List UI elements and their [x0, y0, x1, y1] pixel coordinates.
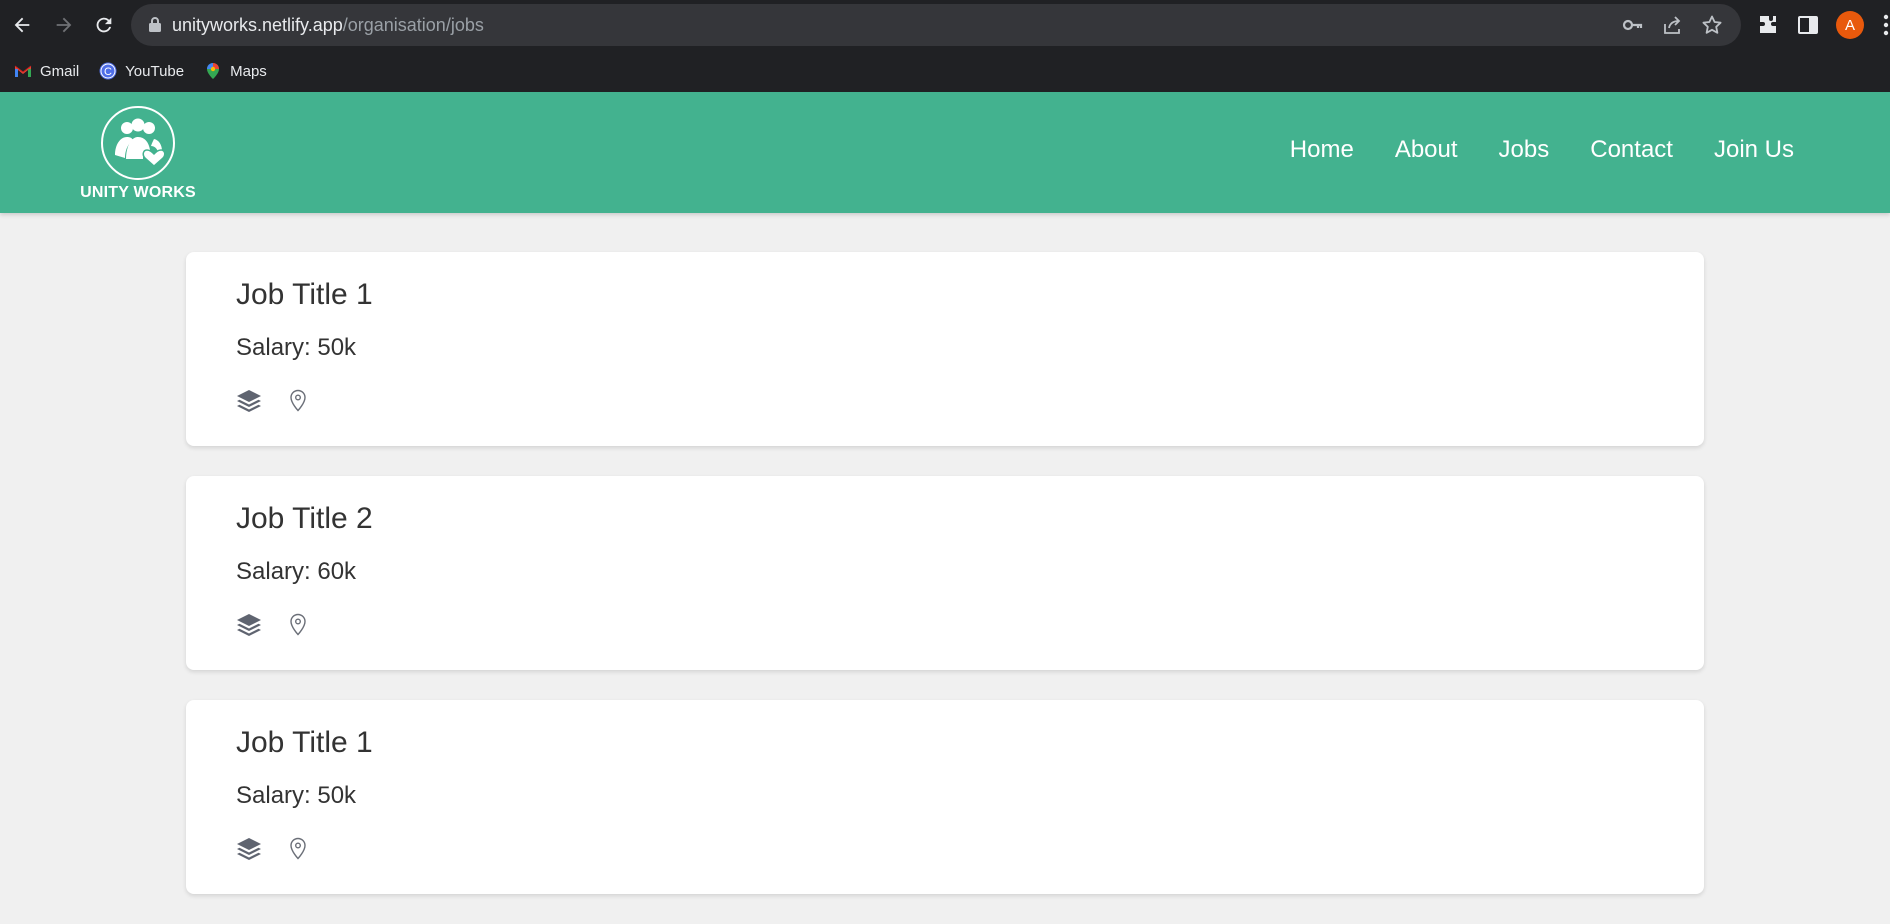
job-salary: Salary: 50k: [236, 334, 357, 361]
bookmark-maps[interactable]: Maps: [204, 62, 267, 80]
job-card[interactable]: Job Title 1 Salary: 50k: [186, 252, 1704, 446]
job-title: Job Title 1: [236, 278, 373, 311]
arrow-right-icon: [56, 17, 72, 33]
community-heart-icon: [115, 118, 166, 168]
site-logo[interactable]: UNITY WORKS: [78, 106, 198, 202]
address-bar[interactable]: unityworks.netlify.app/organisation/jobs: [131, 4, 1741, 46]
url-text: unityworks.netlify.app/organisation/jobs: [172, 15, 484, 35]
location-pin-icon: [288, 613, 308, 642]
youtube-icon: C: [99, 62, 117, 80]
job-salary: Salary: 50k: [236, 782, 357, 809]
bookmark-label: Gmail: [40, 62, 80, 80]
brand-name: UNITY WORKS: [80, 184, 196, 201]
nav-home[interactable]: Home: [1290, 136, 1354, 164]
side-panel-icon[interactable]: [1796, 13, 1820, 37]
key-icon[interactable]: [1621, 14, 1643, 36]
job-card[interactable]: Job Title 2 Salary: 60k: [186, 476, 1704, 670]
reload-button[interactable]: [92, 13, 116, 37]
job-salary: Salary: 60k: [236, 558, 357, 585]
more-menu-icon[interactable]: [1882, 12, 1890, 38]
browser-chrome: unityworks.netlify.app/organisation/jobs…: [0, 0, 1890, 92]
forward-button[interactable]: [52, 13, 76, 37]
reload-icon: [96, 17, 112, 33]
logo-circle: [101, 106, 175, 180]
location-pin-icon: [288, 837, 308, 866]
layers-icon: [236, 612, 262, 643]
job-title: Job Title 1: [236, 726, 373, 759]
bookmark-youtube[interactable]: C YouTube: [99, 62, 184, 80]
location-pin-icon: [288, 389, 308, 418]
layers-icon: [236, 836, 262, 867]
job-card[interactable]: Job Title 1 Salary: 50k: [186, 700, 1704, 894]
back-button[interactable]: [10, 13, 34, 37]
nav-about[interactable]: About: [1395, 136, 1458, 164]
job-title: Job Title 2: [236, 502, 373, 535]
svg-text:C: C: [104, 66, 112, 78]
bookmarks-bar: Gmail C YouTube Maps: [0, 50, 1890, 92]
url-path: /organisation/jobs: [342, 15, 484, 35]
maps-icon: [207, 63, 220, 79]
nav-jobs[interactable]: Jobs: [1499, 136, 1550, 164]
profile-avatar[interactable]: A: [1836, 11, 1864, 39]
share-icon[interactable]: [1661, 14, 1683, 36]
bookmark-label: YouTube: [125, 62, 185, 80]
star-icon[interactable]: [1701, 14, 1723, 36]
site-header: UNITY WORKS Home About Jobs Contact Join…: [0, 92, 1890, 213]
puzzle-icon[interactable]: [1756, 13, 1780, 37]
bookmark-label: Maps: [230, 62, 267, 80]
nav-contact[interactable]: Contact: [1590, 136, 1673, 164]
bookmark-gmail[interactable]: Gmail: [14, 62, 79, 80]
lock-icon: [149, 17, 161, 32]
url-host: unityworks.netlify.app: [172, 15, 343, 35]
gmail-icon: [14, 65, 32, 77]
job-list: Job Title 1 Salary: 50k Job Title 2 Sala…: [186, 252, 1704, 924]
arrow-left-icon: [14, 17, 30, 33]
nav-join-us[interactable]: Join Us: [1714, 136, 1794, 164]
main-nav: Home About Jobs Contact Join Us: [1290, 136, 1794, 164]
toolbar: unityworks.netlify.app/organisation/jobs…: [0, 0, 1890, 50]
layers-icon: [236, 388, 262, 419]
